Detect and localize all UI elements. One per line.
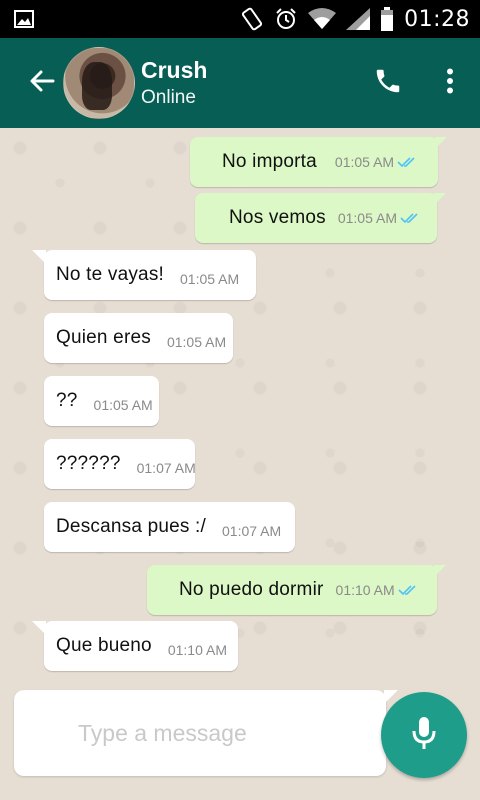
avatar[interactable]: [63, 47, 135, 119]
message-text: Nos vemos: [229, 207, 326, 228]
message-text: Descansa pues :/: [56, 516, 207, 537]
message-time: 01:05 AM: [166, 334, 227, 350]
message-time: 01:05 AM: [334, 154, 395, 170]
signal-icon: [346, 8, 371, 30]
message-bubble-incoming[interactable]: ?? 01:05 AM: [44, 376, 159, 426]
message-time: 01:07 AM: [222, 523, 282, 539]
message-text: Quien eres: [56, 327, 151, 348]
contact-info[interactable]: Crush Online: [141, 55, 207, 111]
image-icon: [14, 10, 34, 28]
phone-icon: [373, 66, 403, 101]
read-receipt-icon: [397, 156, 417, 168]
message-bubble-outgoing[interactable]: No puedo dormir 01:10 AM: [147, 565, 446, 615]
contact-name: Crush: [141, 57, 208, 83]
call-button[interactable]: [366, 61, 410, 105]
read-receipt-icon: [398, 584, 418, 596]
more-vert-icon: [446, 68, 454, 99]
header-actions: [366, 61, 462, 105]
message-bubble-outgoing[interactable]: No importa 01:05 AM: [190, 137, 447, 187]
message-text: No te vayas!: [56, 264, 165, 285]
message-composer: [14, 690, 398, 776]
message-time: 01:05 AM: [337, 210, 397, 226]
message-bubble-incoming[interactable]: Quien eres 01:05 AM: [44, 313, 233, 363]
message-text: No puedo dormir: [179, 579, 324, 600]
vibrate-icon: [240, 7, 264, 31]
message-time: 01:10 AM: [335, 582, 395, 598]
message-time: 01:05 AM: [180, 271, 240, 287]
message-text: ??????: [56, 453, 121, 474]
message-text: No importa: [222, 151, 317, 172]
read-receipt-icon: [400, 212, 420, 224]
chat-header: Crush Online: [0, 38, 480, 128]
status-bar-left: [14, 10, 34, 28]
message-time: 01:05 AM: [93, 397, 153, 413]
message-time: 01:07 AM: [136, 460, 196, 476]
status-time: 01:28: [404, 6, 470, 32]
back-button[interactable]: [20, 61, 64, 105]
message-bubble-incoming[interactable]: Descansa pues :/ 01:07 AM: [44, 502, 295, 552]
message-text: ??: [56, 390, 78, 411]
status-bar: 01:28: [0, 0, 480, 38]
message-time: 01:10 AM: [167, 642, 227, 658]
contact-status: Online: [141, 87, 196, 108]
chat-area[interactable]: No importa 01:05 AM Nos vemos 01:05 AM N…: [0, 128, 480, 688]
back-arrow-icon: [29, 69, 55, 98]
mic-icon: [411, 715, 437, 756]
message-text: Que bueno: [56, 635, 152, 656]
mic-button[interactable]: [381, 692, 467, 778]
status-bar-right: 01:28: [240, 7, 470, 32]
more-options-button[interactable]: [438, 61, 462, 105]
alarm-icon: [274, 7, 298, 31]
battery-icon: [380, 7, 394, 31]
message-bubble-incoming[interactable]: Que bueno 01:10 AM: [32, 621, 238, 671]
message-input[interactable]: [78, 714, 368, 752]
message-bubble-incoming[interactable]: ?????? 01:07 AM: [44, 439, 196, 489]
message-bubble-incoming[interactable]: No te vayas! 01:05 AM: [32, 250, 256, 300]
wifi-icon: [308, 8, 337, 30]
message-bubble-outgoing[interactable]: Nos vemos 01:05 AM: [195, 193, 446, 243]
